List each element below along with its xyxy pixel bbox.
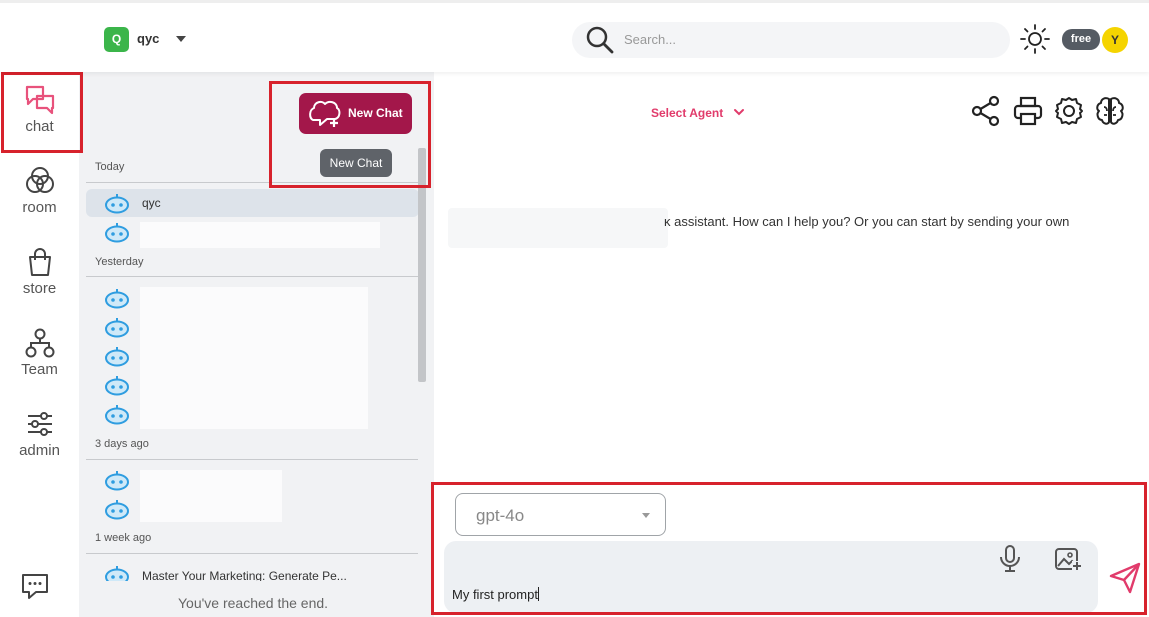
group-label-3-days-ago: 3 days ago [95,438,149,450]
sliders-icon [27,412,52,436]
print-icon[interactable] [1012,95,1044,127]
workspace-name[interactable]: qyc [137,31,159,46]
select-agent-dropdown[interactable]: Select Agent [651,106,723,120]
bot-avatar-icon [105,500,129,520]
settings-icon[interactable] [1053,95,1085,127]
chat-item[interactable] [86,284,419,312]
chat-item[interactable] [86,371,419,399]
workspace-dropdown-caret-icon[interactable] [176,36,186,42]
bot-avatar-icon [105,318,129,338]
bot-avatar-icon [105,194,129,214]
chat-item-title: qyc [142,196,161,210]
search-bar[interactable]: Search... [572,22,1010,58]
search-icon [586,26,614,54]
workspace-badge[interactable]: Q [104,27,129,52]
user-avatar[interactable]: Y [1102,27,1128,53]
bot-avatar-icon [105,405,129,425]
bot-avatar-icon [105,223,129,243]
rings-icon [25,167,54,193]
chat-item[interactable] [86,342,419,370]
brain-icon[interactable] [1094,95,1126,127]
theme-toggle-icon[interactable] [1019,23,1051,55]
highlight-box-new-chat [269,81,431,188]
group-label-today: Today [95,161,125,173]
group-divider [86,276,418,277]
bot-avatar-icon [105,471,129,491]
plan-badge: free [1062,29,1100,50]
shopping-bag-icon [28,248,51,276]
top-header: Q qyc Search... free Y [0,0,1149,72]
chat-item[interactable]: Master Your Marketing: Generate Pe... [86,561,419,581]
nav-item-room[interactable]: room [0,165,79,237]
share-icon[interactable] [970,95,1002,127]
chat-item[interactable] [86,400,419,428]
chat-item-title: Master Your Marketing: Generate Pe... [142,569,347,581]
chat-item[interactable]: qyc [86,189,419,217]
search-input[interactable]: Search... [624,32,676,47]
app-window: Q qyc Search... free Y chat room store T… [0,0,1149,617]
nav-label: Team [21,361,58,378]
redacted-message-start [448,208,668,248]
group-divider [86,459,418,460]
chat-item[interactable] [86,313,419,341]
group-label-yesterday: Yesterday [95,256,144,268]
highlight-box-chat-nav [1,72,83,153]
nav-item-admin[interactable]: admin [0,408,79,480]
end-of-list-text: You've reached the end. [178,595,329,611]
chat-item[interactable] [86,466,419,494]
org-chart-icon [25,328,54,358]
bot-avatar-icon [105,347,129,367]
nav-label: store [22,280,57,297]
nav-item-store[interactable]: store [0,246,79,318]
nav-label: room [22,199,57,216]
bot-avatar-icon [105,289,129,309]
redacted-title [140,222,380,248]
group-label-1-week-ago: 1 week ago [95,532,152,544]
chevron-down-icon[interactable] [733,107,745,117]
chat-item[interactable] [86,495,419,523]
assistant-greeting-message: ĸ assistant. How can I help you? Or you … [664,214,1070,229]
nav-item-team[interactable]: Team [0,327,79,399]
chat-feedback-icon[interactable] [20,571,50,601]
group-divider [86,553,418,554]
bot-avatar-icon [105,376,129,396]
nav-label: admin [19,442,60,459]
highlight-box-composer [431,482,1147,615]
bot-avatar-icon [105,566,129,581]
